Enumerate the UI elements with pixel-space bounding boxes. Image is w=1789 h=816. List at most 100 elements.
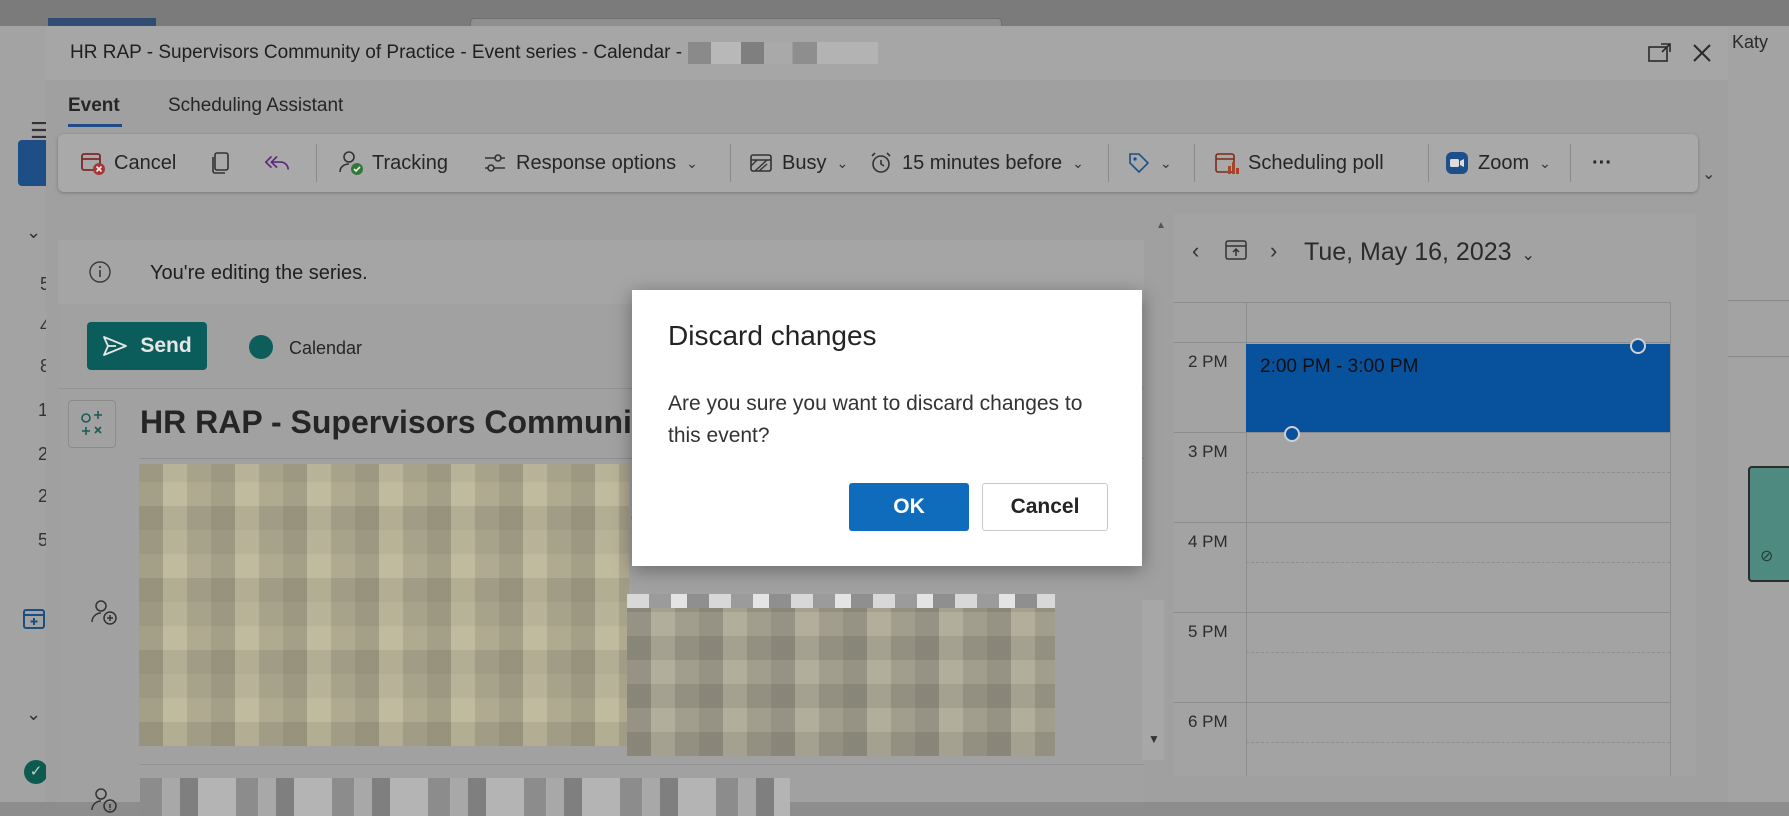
chevron-down-icon: ⌄ bbox=[1072, 154, 1084, 171]
time-label: 3 PM bbox=[1188, 442, 1228, 461]
grid-half-hour-line bbox=[1246, 562, 1670, 564]
resize-handle-bottom[interactable] bbox=[1284, 426, 1300, 442]
redacted-optional-attendees bbox=[140, 778, 790, 816]
window-title-text: HR RAP - Supervisors Community of Practi… bbox=[70, 42, 683, 64]
event-time-range: 2:00 PM - 3:00 PM bbox=[1260, 356, 1419, 377]
options-icon bbox=[482, 150, 508, 176]
response-options-dropdown[interactable]: Response options ⌄ bbox=[482, 134, 698, 192]
redacted-tile bbox=[627, 596, 1055, 756]
right-edge-line bbox=[1670, 302, 1671, 776]
zoom-label: Zoom bbox=[1478, 151, 1530, 174]
calendar-color-dot[interactable] bbox=[249, 335, 273, 359]
send-button[interactable]: Send bbox=[87, 322, 207, 370]
copy-button[interactable] bbox=[208, 134, 242, 192]
pop-out-icon[interactable] bbox=[1646, 40, 1674, 66]
event-title[interactable]: HR RAP - Supervisors Community o bbox=[140, 404, 689, 441]
grid-line bbox=[1174, 342, 1670, 343]
scheduling-poll-label: Scheduling poll bbox=[1248, 151, 1384, 174]
ribbon-separator bbox=[1428, 144, 1429, 182]
discard-changes-dialog: Discard changes Are you sure you want to… bbox=[632, 290, 1142, 566]
calendar-add-icon[interactable] bbox=[22, 606, 46, 630]
scroll-up-icon[interactable]: ▲ bbox=[1156, 220, 1166, 231]
background-right-pane: Katy ⊘ bbox=[1728, 26, 1789, 802]
ok-button[interactable]: OK bbox=[849, 483, 969, 531]
chevron-down-icon: ⌄ bbox=[836, 154, 849, 171]
grid-half-hour-line bbox=[1246, 472, 1670, 474]
chevron-down-icon: ⌄ bbox=[686, 154, 698, 171]
reply-all-icon bbox=[264, 150, 290, 176]
tab-active-indicator bbox=[68, 124, 122, 127]
background-left-rail: ☰ ⌄ 5 4 8 1 2 2 5 ⌄ ✓ bbox=[0, 26, 50, 802]
more-options-button[interactable]: ··· bbox=[1592, 134, 1612, 192]
next-day-chevron-icon[interactable]: › bbox=[1270, 238, 1277, 264]
ribbon-separator bbox=[1194, 144, 1195, 182]
ribbon-toolbar: Cancel Tracking Response options ⌄ Busy … bbox=[58, 134, 1698, 192]
copy-icon bbox=[208, 150, 234, 176]
checkmark-circle-icon[interactable]: ✓ bbox=[24, 760, 48, 784]
redacted-calendar-name bbox=[688, 42, 879, 64]
calendar-selector-label[interactable]: Calendar bbox=[289, 338, 362, 359]
tab-event[interactable]: Event bbox=[68, 95, 120, 117]
chevron-down-icon: ⌄ bbox=[1160, 154, 1172, 171]
busy-label: Busy bbox=[782, 151, 827, 174]
window-title-bar: HR RAP - Supervisors Community of Practi… bbox=[46, 26, 1728, 80]
calendar-event-block[interactable]: 2:00 PM - 3:00 PM bbox=[1246, 344, 1670, 432]
calendar-date-picker[interactable]: Tue, May 16, 2023 ⌄ bbox=[1304, 238, 1535, 267]
grid-half-hour-line bbox=[1246, 652, 1670, 654]
reply-all-button[interactable] bbox=[264, 134, 298, 192]
previous-day-chevron-icon[interactable]: ‹ bbox=[1192, 238, 1199, 264]
title-icon bbox=[68, 400, 116, 448]
chevron-down-icon: ⌄ bbox=[1539, 154, 1551, 171]
ribbon-separator bbox=[316, 144, 317, 182]
categorize-dropdown[interactable]: ⌄ bbox=[1126, 134, 1172, 192]
background-blue-tile bbox=[18, 140, 46, 186]
time-label: 4 PM bbox=[1188, 532, 1228, 551]
resize-handle-top[interactable] bbox=[1630, 338, 1646, 354]
ribbon-separator bbox=[1108, 144, 1109, 182]
redacted-attendees-2 bbox=[627, 596, 1055, 756]
zoom-dropdown[interactable]: Zoom ⌄ bbox=[1444, 134, 1551, 192]
chevron-down-icon[interactable]: ⌄ bbox=[26, 704, 41, 725]
tag-icon bbox=[1126, 150, 1152, 176]
info-message: You're editing the series. bbox=[150, 262, 368, 284]
zoom-icon bbox=[1444, 150, 1470, 176]
add-attendee-icon[interactable] bbox=[90, 598, 118, 626]
ribbon-separator bbox=[730, 144, 731, 182]
day-calendar-pane: ‹ › Tue, May 16, 2023 ⌄ 2 PM 3 PM 4 PM 5 … bbox=[1174, 214, 1696, 776]
response-options-label: Response options bbox=[516, 151, 677, 174]
scroll-down-icon[interactable]: ▼ bbox=[1148, 732, 1160, 746]
grid-line bbox=[1174, 432, 1670, 433]
optional-attendee-icon[interactable] bbox=[90, 786, 118, 814]
dialog-title: Discard changes bbox=[668, 320, 877, 351]
redacted-attendees bbox=[139, 464, 629, 746]
alarm-clock-icon bbox=[868, 150, 894, 176]
grid-line bbox=[1174, 302, 1670, 303]
window-title: HR RAP - Supervisors Community of Practi… bbox=[70, 42, 879, 64]
dialog-cancel-button[interactable]: Cancel bbox=[982, 483, 1108, 531]
time-label: 6 PM bbox=[1188, 712, 1228, 731]
background-line bbox=[1728, 300, 1789, 301]
scheduling-poll-button[interactable]: Scheduling poll bbox=[1214, 134, 1384, 192]
grid-line bbox=[1174, 612, 1670, 613]
calendar-date-label: Tue, May 16, 2023 bbox=[1304, 238, 1512, 266]
cancel-label: Cancel bbox=[114, 151, 177, 174]
background-user-name: Katy bbox=[1732, 32, 1769, 52]
redacted-tile bbox=[139, 464, 629, 746]
people-check-icon bbox=[338, 150, 364, 176]
dialog-message: Are you sure you want to discard changes… bbox=[668, 392, 1083, 447]
reminder-dropdown[interactable]: 15 minutes before ⌄ bbox=[868, 134, 1084, 192]
close-icon[interactable] bbox=[1688, 40, 1716, 66]
tracking-button[interactable]: Tracking bbox=[338, 134, 448, 192]
show-as-busy-dropdown[interactable]: Busy ⌄ bbox=[748, 134, 848, 192]
sync-off-icon: ⊘ bbox=[1760, 548, 1774, 565]
redacted-white-strip bbox=[627, 594, 1055, 608]
grid-half-hour-line bbox=[1246, 742, 1670, 744]
tracking-label: Tracking bbox=[372, 151, 448, 174]
reminder-label: 15 minutes before bbox=[902, 151, 1063, 174]
time-label: 5 PM bbox=[1188, 622, 1228, 641]
ribbon-expand-chevron-icon[interactable]: ⌄ bbox=[1702, 164, 1715, 184]
chevron-down-icon[interactable]: ⌄ bbox=[26, 222, 41, 243]
tab-scheduling-assistant[interactable]: Scheduling Assistant bbox=[168, 95, 343, 117]
go-to-today-icon[interactable] bbox=[1224, 238, 1248, 262]
cancel-button[interactable]: Cancel bbox=[80, 134, 176, 192]
